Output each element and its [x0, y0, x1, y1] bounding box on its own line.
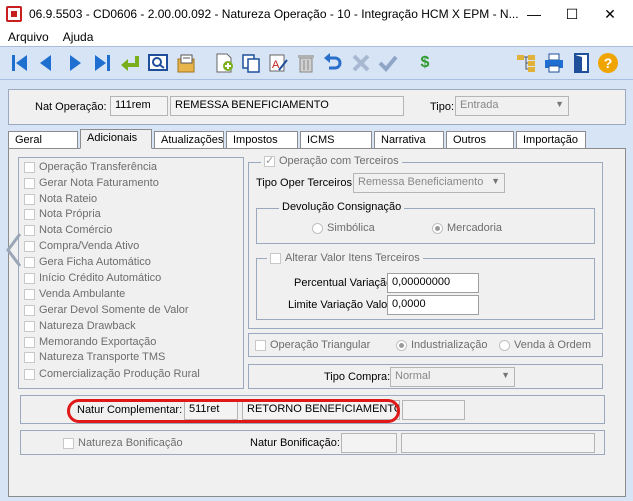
tipo-compra-group: Tipo Compra: Normal ▼ [248, 364, 603, 389]
trash-icon[interactable] [294, 51, 318, 75]
tab-page-adicionais: Operação Transferência Gerar Nota Fatura… [8, 148, 626, 497]
natur-bonificacao-code-field[interactable] [341, 433, 397, 453]
window-title: 06.9.5503 - CD0606 - 2.00.00.092 - Natur… [29, 7, 519, 21]
print-icon[interactable] [542, 51, 566, 75]
nota-comercio-checkbox[interactable]: Nota Comércio [24, 224, 112, 236]
edit-text-icon[interactable]: A [266, 51, 290, 75]
tab-atualizacoes[interactable]: Atualizações [154, 131, 224, 149]
tab-narrativa[interactable]: Narrativa [374, 131, 444, 149]
confirm-icon[interactable] [376, 51, 400, 75]
venda-ambulante-checkbox[interactable]: Venda Ambulante [24, 288, 125, 300]
minimize-button[interactable]: — [515, 0, 553, 28]
exit-icon[interactable] [569, 51, 593, 75]
chevron-down-icon: ▼ [491, 176, 500, 186]
tab-adicionais[interactable]: Adicionais [80, 129, 152, 149]
gerar-nota-faturamento-checkbox[interactable]: Gerar Nota Faturamento [24, 177, 159, 189]
gera-ficha-automatico-checkbox[interactable]: Gera Ficha Automático [24, 256, 151, 268]
simbolica-radio[interactable]: Simbólica [312, 222, 375, 234]
nota-rateio-checkbox[interactable]: Nota Rateio [24, 193, 97, 205]
devolucao-consignacao-group: Devolução Consignação Simbólica Mercador… [256, 201, 595, 244]
natur-bonificacao-label: Natur Bonificação: [250, 437, 340, 449]
toolbar: A $ ? [0, 46, 633, 80]
chevron-left-icon[interactable] [4, 232, 24, 271]
natureza-bonificacao-checkbox[interactable]: Natureza Bonificação [63, 437, 183, 449]
operacao-transferencia-checkbox[interactable]: Operação Transferência [24, 161, 157, 173]
operacao-triangular-checkbox[interactable]: Operação Triangular [255, 339, 370, 351]
first-record-icon[interactable] [8, 51, 32, 75]
help-icon[interactable]: ? [596, 51, 620, 75]
compra-venda-ativo-checkbox[interactable]: Compra/Venda Ativo [24, 240, 139, 252]
query-icon[interactable] [146, 51, 170, 75]
undo-icon[interactable] [321, 51, 345, 75]
bonificacao-group: Natureza Bonificação Natur Bonificação: [20, 430, 605, 455]
comercializacao-producao-rural-checkbox[interactable]: Comercialização Produção Rural [24, 368, 200, 380]
tab-strip: Geral Adicionais Atualizações Impostos I… [8, 129, 626, 149]
export-icon[interactable] [174, 51, 198, 75]
limite-variacao-field[interactable]: 0,0000 [387, 295, 479, 315]
copy-icon[interactable] [239, 51, 263, 75]
tab-importacao[interactable]: Importação [516, 131, 586, 149]
tab-icms[interactable]: ICMS [300, 131, 372, 149]
annotation-highlight [67, 399, 400, 423]
currency-icon[interactable]: $ [413, 51, 437, 75]
tipo-compra-select[interactable]: Normal ▼ [390, 367, 515, 387]
nat-operacao-label: Nat Operação: [35, 101, 107, 113]
nat-operacao-code-field[interactable]: 111rem [110, 96, 168, 116]
mercadoria-radio[interactable]: Mercadoria [432, 222, 502, 234]
tree-icon[interactable] [514, 51, 538, 75]
maximize-button[interactable]: ☐ [553, 0, 591, 28]
tab-geral[interactable]: Geral [8, 131, 78, 149]
last-record-icon[interactable] [90, 51, 114, 75]
tipo-oper-terceiros-label: Tipo Oper Terceiros: [256, 177, 356, 189]
devolucao-consignacao-legend: Devolução Consignação [279, 201, 405, 213]
tab-impostos[interactable]: Impostos [226, 131, 298, 149]
app-icon [6, 6, 22, 22]
alterar-valor-checkbox[interactable]: Alterar Valor Itens Terceiros [267, 252, 423, 264]
previous-record-icon[interactable] [34, 51, 58, 75]
industrializacao-radio[interactable]: Industrialização [396, 339, 487, 351]
percentual-variacao-label: Percentual Variação: [294, 277, 396, 289]
chevron-down-icon: ▼ [501, 370, 510, 380]
limite-variacao-label: Limite Variação Valor: [288, 299, 394, 311]
menu-bar: Arquivo Ajuda [0, 28, 633, 46]
nat-operacao-desc-field[interactable]: REMESSA BENEFICIAMENTO [170, 96, 404, 116]
natureza-transporte-tms-checkbox[interactable]: Natureza Transporte TMS [24, 351, 165, 363]
menu-ajuda[interactable]: Ajuda [55, 30, 100, 44]
enter-icon[interactable] [118, 51, 142, 75]
cancel-icon[interactable] [349, 51, 373, 75]
new-document-icon[interactable] [212, 51, 236, 75]
close-button[interactable]: ✕ [591, 0, 629, 28]
gerar-devol-somente-valor-checkbox[interactable]: Gerar Devol Somente de Valor [24, 304, 189, 316]
options-group: Operação Transferência Gerar Nota Fatura… [18, 157, 244, 389]
natur-complementar-extra-field[interactable] [402, 400, 465, 420]
title-bar: 06.9.5503 - CD0606 - 2.00.00.092 - Natur… [0, 0, 633, 28]
tipo-compra-label: Tipo Compra: [324, 371, 391, 383]
triangular-group: Operação Triangular Industrialização Ven… [248, 333, 603, 357]
tipo-oper-terceiros-select[interactable]: Remessa Beneficiamento ▼ [353, 173, 505, 193]
alterar-valor-group: Alterar Valor Itens Terceiros Percentual… [256, 252, 595, 320]
chevron-down-icon: ▼ [555, 99, 564, 109]
tipo-label: Tipo: [430, 101, 455, 113]
venda-ordem-radio[interactable]: Venda à Ordem [499, 339, 591, 351]
nota-propria-checkbox[interactable]: Nota Própria [24, 208, 101, 220]
operacao-terceiros-checkbox[interactable]: Operação com Terceiros [261, 154, 402, 167]
header-panel: Nat Operação: 111rem REMESSA BENEFICIAME… [8, 89, 626, 125]
natur-bonificacao-desc-field[interactable] [401, 433, 595, 453]
tipo-select[interactable]: Entrada ▼ [455, 96, 569, 116]
next-record-icon[interactable] [63, 51, 87, 75]
client-area: Nat Operação: 111rem REMESSA BENEFICIAME… [0, 80, 633, 501]
menu-arquivo[interactable]: Arquivo [0, 30, 55, 44]
inicio-credito-automatico-checkbox[interactable]: Início Crédito Automático [24, 272, 161, 284]
tab-outros[interactable]: Outros [446, 131, 514, 149]
memorando-exportacao-checkbox[interactable]: Memorando Exportação [24, 336, 156, 348]
terceiros-group: Operação com Terceiros Tipo Oper Terceir… [248, 154, 603, 329]
natureza-drawback-checkbox[interactable]: Natureza Drawback [24, 320, 136, 332]
percentual-variacao-field[interactable]: 0,00000000 [387, 273, 479, 293]
